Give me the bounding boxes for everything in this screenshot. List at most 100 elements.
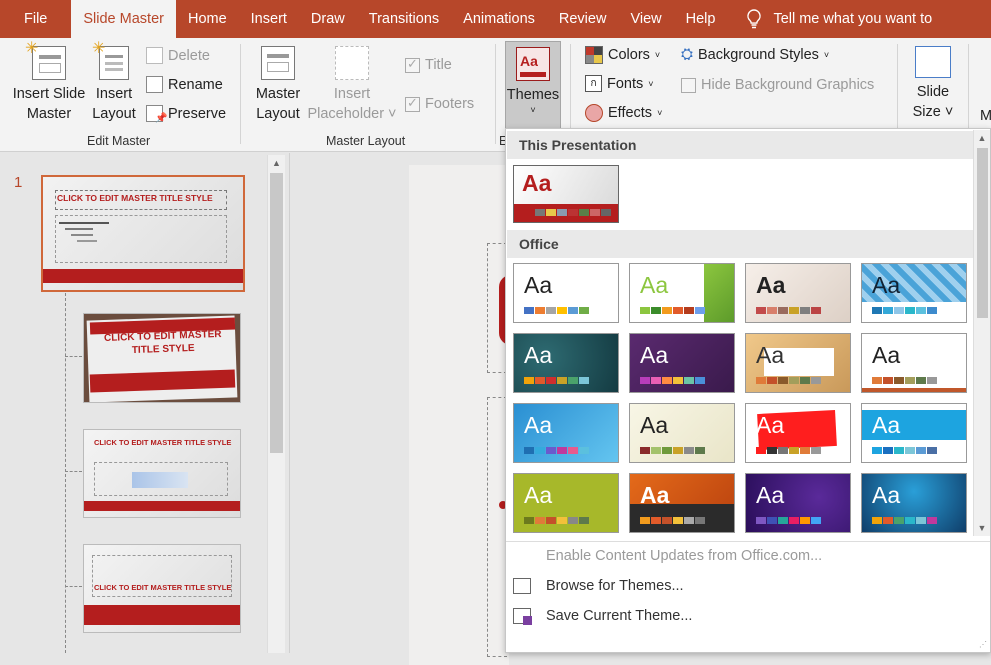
slide-size-button[interactable]: Slide Size ˅ <box>906 46 960 122</box>
colors-chevron-down-icon: ˅ <box>654 50 661 60</box>
gallery-scroll-up-icon[interactable]: ▲ <box>974 130 990 146</box>
insert-placeholder-label-1: Insert <box>333 86 371 102</box>
scroll-up-arrow-icon[interactable]: ▲ <box>268 155 285 171</box>
ribbon-separator <box>495 44 496 144</box>
theme-integral[interactable]: Aa <box>745 263 851 323</box>
theme-aa-text: Aa <box>872 482 901 508</box>
tab-animations[interactable]: Animations <box>451 0 547 38</box>
gallery-scroll-down-icon[interactable]: ▼ <box>974 520 990 536</box>
tab-view[interactable]: View <box>618 0 673 38</box>
tab-file[interactable]: File <box>0 0 71 38</box>
theme-current-presentation[interactable]: Aa <box>513 165 619 223</box>
theme-aa-text: Aa <box>756 412 785 438</box>
save-current-theme-label: Save Current Theme... <box>546 608 693 624</box>
tab-insert[interactable]: Insert <box>239 0 299 38</box>
layout-thumbnail-title-slide[interactable]: CLICK TO EDIT MASTER TITLE STYLE <box>83 313 241 403</box>
tab-transitions[interactable]: Transitions <box>357 0 451 38</box>
master-layout-group-label: Master Layout <box>326 134 406 148</box>
master-title-text: CLICK TO EDIT MASTER TITLE STYLE <box>57 193 213 203</box>
layout2-title-text: CLICK TO EDIT MASTER TITLE STYLE <box>103 328 222 357</box>
insert-layout-button[interactable]: ✳ Insert Layout <box>90 40 138 124</box>
theme-gallery[interactable]: Aa <box>629 403 735 463</box>
theme-aa-text: Aa <box>756 482 785 508</box>
gallery-scroll-thumb[interactable] <box>977 148 988 318</box>
theme-office[interactable]: Aa <box>513 263 619 323</box>
themes-gallery-scrollbar[interactable]: ▲ ▼ <box>973 130 990 536</box>
theme-ion[interactable]: Aa <box>513 333 619 393</box>
effects-icon <box>585 104 603 122</box>
theme-slice[interactable]: Aa <box>861 333 967 393</box>
tell-me-search[interactable]: Tell me what you want to <box>727 9 932 29</box>
background-styles-icon: ⛭ <box>681 46 694 63</box>
save-current-theme-item[interactable]: Save Current Theme... <box>506 601 990 631</box>
theme-aa-text: Aa <box>872 272 901 298</box>
fonts-button[interactable]: ก Fonts ˅ <box>585 75 654 92</box>
theme-dividend[interactable]: Aa <box>861 403 967 463</box>
title-check-icon <box>405 56 420 73</box>
colors-button[interactable]: Colors ˅ <box>585 46 660 64</box>
hide-background-graphics-label: Hide Background Graphics <box>701 77 875 93</box>
tree-connector <box>65 586 82 587</box>
layout-tree-line <box>65 293 66 653</box>
layout-thumbnail-section-header[interactable]: CLICK TO EDIT MASTER TITLE STYLE <box>83 544 241 633</box>
master-layout-icon <box>261 46 295 80</box>
fonts-label: Fonts <box>607 75 644 92</box>
theme-ion-boardroom[interactable]: Aa <box>861 263 967 323</box>
slides-pane-scrollbar[interactable]: ▲ <box>267 155 285 653</box>
rename-icon <box>146 76 163 93</box>
enable-content-updates-item[interactable]: Enable Content Updates from Office.com..… <box>506 541 990 571</box>
delete-label: Delete <box>168 47 210 64</box>
theme-wisp[interactable]: Aa <box>513 403 619 463</box>
slide-canvas[interactable] <box>409 165 519 665</box>
close-master-view-cut-label: M <box>980 108 991 124</box>
layout-thumbnail-title-content[interactable]: CLICK TO EDIT MASTER TITLE STYLE <box>83 429 241 518</box>
theme-aa-text: Aa <box>640 482 670 508</box>
rename-label: Rename <box>168 76 223 93</box>
tab-slide-master[interactable]: Slide Master <box>71 0 176 38</box>
layout3-title-text: CLICK TO EDIT MASTER TITLE STYLE <box>94 438 232 447</box>
slide-size-label-1: Slide <box>916 84 950 100</box>
theme-retrospect[interactable]: Aa <box>745 333 851 393</box>
slide-master-thumbnail[interactable]: CLICK TO EDIT MASTER TITLE STYLE <box>41 175 245 292</box>
preserve-button[interactable]: 📌 Preserve <box>146 105 226 124</box>
colors-label: Colors <box>608 47 650 63</box>
theme-main-event[interactable]: Aa <box>745 403 851 463</box>
edit-master-group-label: Edit Master <box>87 134 151 148</box>
theme-facet[interactable]: Aa <box>629 263 735 323</box>
slides-pane-scroll-thumb[interactable] <box>270 173 283 453</box>
footers-checkbox[interactable]: Footers <box>405 95 475 112</box>
master-layout-button[interactable]: Master Layout <box>250 46 306 124</box>
tab-home[interactable]: Home <box>176 0 239 38</box>
theme-berlin[interactable]: Aa <box>629 473 735 533</box>
delete-button[interactable]: Delete <box>146 47 210 64</box>
theme-organic[interactable]: Aa <box>629 333 735 393</box>
rename-button[interactable]: Rename <box>146 76 223 93</box>
insert-slide-master-icon: ✳ <box>25 40 66 80</box>
footers-checkbox-label: Footers <box>425 96 475 112</box>
tab-review[interactable]: Review <box>547 0 619 38</box>
themes-button[interactable]: Aa Themes ˅ <box>505 41 561 129</box>
lightbulb-icon <box>747 9 762 29</box>
tab-draw[interactable]: Draw <box>299 0 357 38</box>
hide-background-graphics-checkbox[interactable]: Hide Background Graphics <box>681 77 874 93</box>
insert-slide-master-button[interactable]: ✳ Insert Slide Master <box>8 40 90 124</box>
theme-aa-text: Aa <box>524 412 553 438</box>
effects-button[interactable]: Effects ˅ <box>585 104 662 122</box>
insert-layout-label-2: Layout <box>92 106 136 122</box>
tree-connector <box>65 356 82 357</box>
title-checkbox[interactable]: Title <box>405 56 452 73</box>
theme-circuit[interactable]: Aa <box>861 473 967 533</box>
browse-for-themes-item[interactable]: Browse for Themes... <box>506 571 990 601</box>
ribbon-tab-bar: File Slide Master Home Insert Draw Trans… <box>0 0 991 38</box>
insert-layout-icon: ✳ <box>92 40 129 80</box>
resize-grip-icon[interactable]: ⋰ <box>979 640 987 649</box>
browse-for-themes-label: Browse for Themes... <box>546 578 684 594</box>
tell-me-text: Tell me what you want to <box>773 11 933 27</box>
slide-size-label-2: Size ˅ <box>912 104 954 120</box>
fonts-icon: ก <box>585 75 602 92</box>
tab-help[interactable]: Help <box>674 0 728 38</box>
theme-celestial[interactable]: Aa <box>745 473 851 533</box>
theme-basis[interactable]: Aa <box>513 473 619 533</box>
background-styles-button[interactable]: ⛭ Background Styles ˅ <box>681 46 829 63</box>
insert-placeholder-button[interactable]: Insert Placeholder ˅ <box>306 46 398 124</box>
